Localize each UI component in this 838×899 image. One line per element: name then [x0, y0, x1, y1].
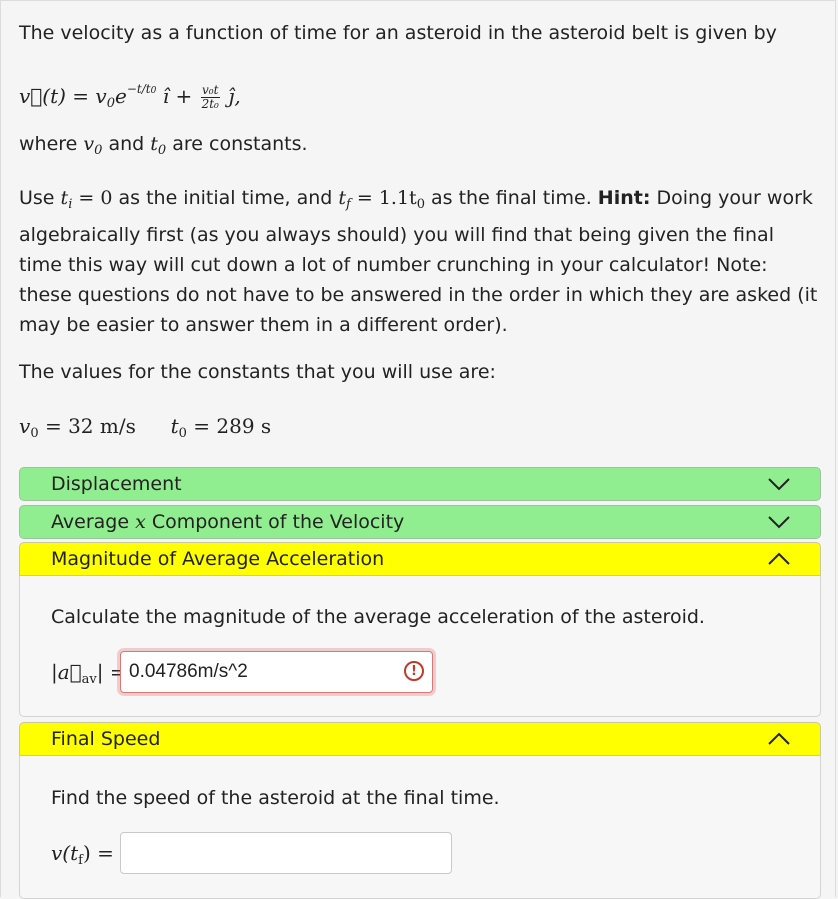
section-final-speed[interactable]: Final Speed — [19, 722, 821, 756]
velocity-equation: v⃗(t) = v0e−t/t0 ı̂ + v₀t 2t₀ ȷ̂, — [19, 82, 241, 111]
where-text: where v0 and t0 are constants. — [19, 133, 308, 158]
intro-text: The velocity as a function of time for a… — [19, 22, 777, 44]
question-text: Calculate the magnitude of the average a… — [51, 606, 705, 628]
chevron-down-icon — [768, 516, 790, 529]
chevron-down-icon — [768, 478, 790, 491]
final-speed-panel: Find the speed of the asteroid at the fi… — [19, 756, 821, 899]
speed-answer-input[interactable] — [120, 832, 452, 874]
section-average-x-velocity[interactable]: Average x Component of the Velocity — [19, 505, 821, 539]
average-acceleration-panel: Calculate the magnitude of the average a… — [19, 576, 821, 717]
values-intro: The values for the constants that you wi… — [19, 361, 496, 383]
section-average-acceleration[interactable]: Magnitude of Average Acceleration — [19, 542, 821, 576]
question-text: Find the speed of the asteroid at the fi… — [51, 787, 500, 809]
chevron-up-icon — [768, 552, 790, 565]
constants-values: v0 = 32 m/s t0 = 289 s — [19, 414, 272, 441]
hint-label: Hint: — [597, 187, 651, 209]
warning-icon: ! — [404, 661, 424, 681]
section-displacement[interactable]: Displacement — [19, 467, 821, 501]
speed-label: v(tf) = — [51, 841, 114, 868]
instructions-paragraph: Use ti = 0 as the initial time, and tf =… — [19, 187, 818, 336]
acceleration-answer-input[interactable]: 0.04786m/s^2 ! — [120, 651, 433, 693]
chevron-up-icon — [768, 732, 790, 745]
acceleration-label: |a⃗av| = — [51, 660, 127, 687]
